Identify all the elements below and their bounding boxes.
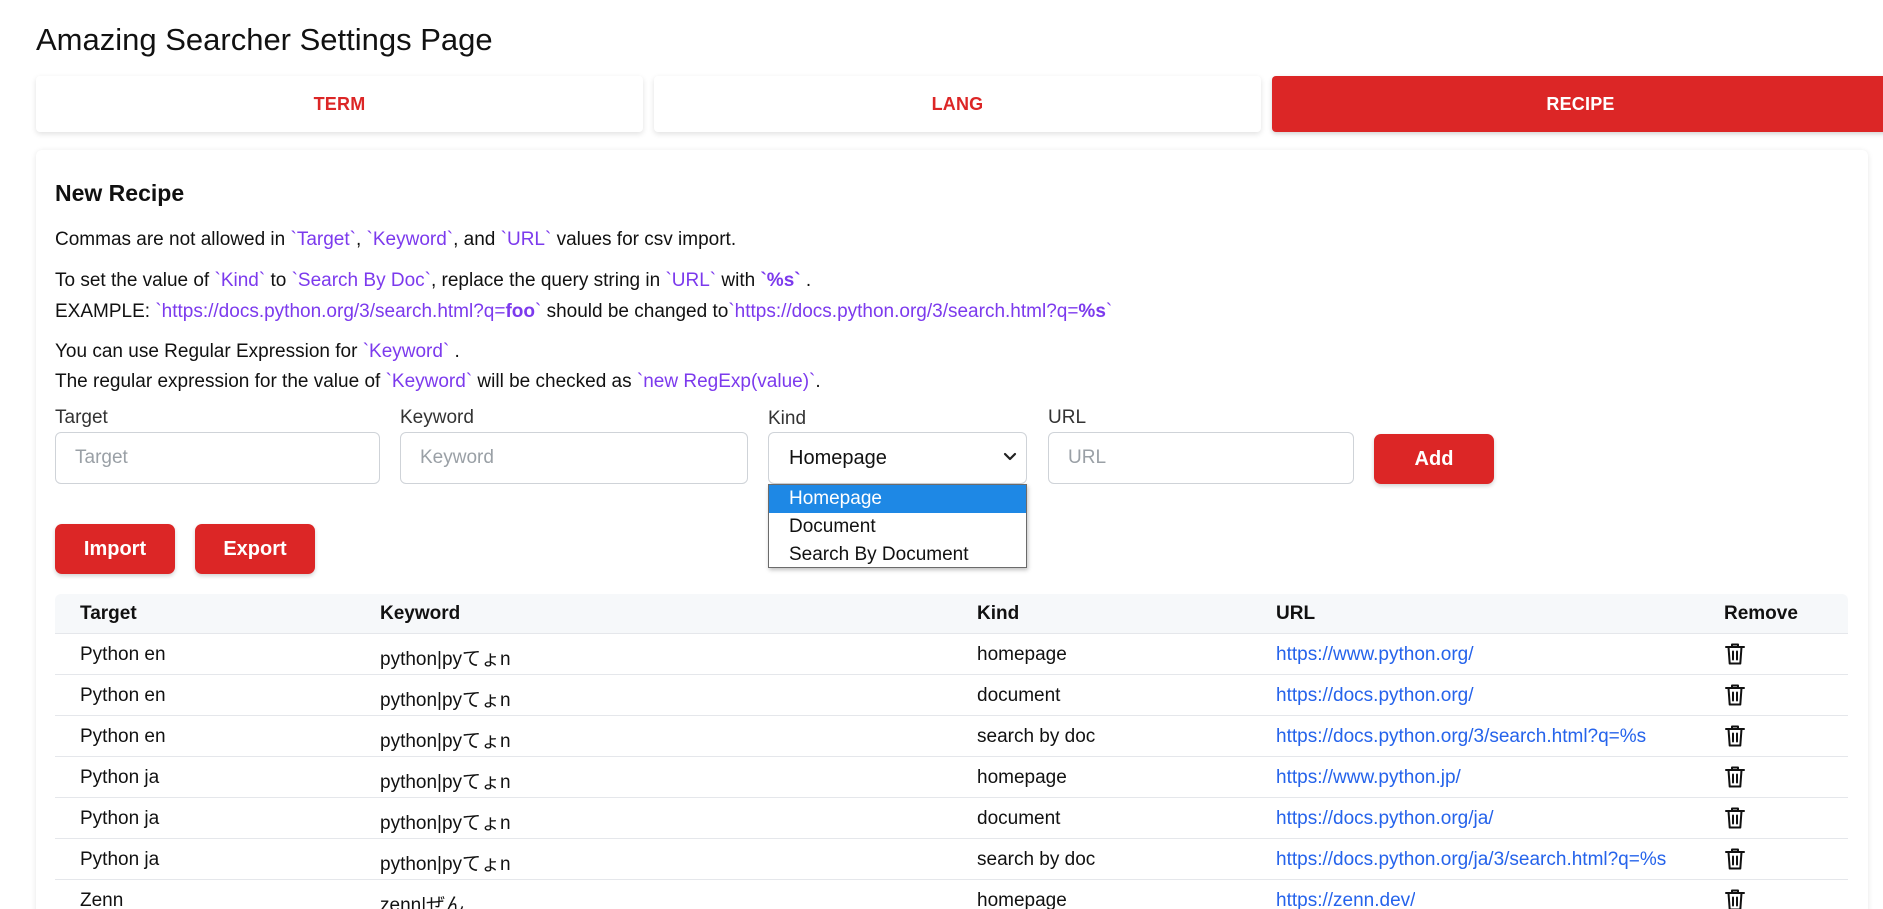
trash-icon[interactable] [1724,683,1746,707]
tab-recipe[interactable]: RECIPE [1272,76,1883,132]
help-regexp-check: The regular expression for the value of … [55,371,821,392]
import-button[interactable]: Import [55,524,175,574]
trash-icon[interactable] [1724,806,1746,830]
kind-option-homepage[interactable]: Homepage [769,485,1026,513]
url-label: URL [1048,407,1087,428]
kind-select[interactable]: Homepage [768,432,1027,484]
cell-kind: document [977,808,1061,829]
add-button[interactable]: Add [1374,434,1494,484]
cell-url-link[interactable]: https://docs.python.org/ja/3/search.html… [1276,849,1666,871]
cell-keyword: python|pyてょn [380,772,511,793]
tab-lang[interactable]: LANG [654,76,1261,132]
header-keyword: Keyword [380,603,461,624]
help-search-by-doc: To set the value of `Kind` to `Search By… [55,270,812,291]
cell-keyword: python|pyてょn [380,731,511,752]
table-row: Zenn zenn|ぜん homepage https://zenn.dev/ [55,880,1848,909]
cell-url-link[interactable]: https://docs.python.org/3/search.html?q=… [1276,726,1646,748]
page-title: Amazing Searcher Settings Page [36,22,493,57]
help-regex: You can use Regular Expression for `Keyw… [55,341,460,362]
cell-target: Python ja [80,767,160,788]
keyword-label: Keyword [400,407,474,428]
settings-page: Amazing Searcher Settings Page TERM LANG… [0,0,1883,909]
cell-url-link[interactable]: https://zenn.dev/ [1276,890,1415,909]
trash-icon[interactable] [1724,642,1746,666]
header-target: Target [80,603,137,624]
chevron-down-icon [1003,452,1017,461]
cell-url-link[interactable]: https://www.python.jp/ [1276,767,1461,789]
url-input[interactable] [1048,432,1354,484]
cell-kind: search by doc [977,726,1096,747]
cell-keyword: zenn|ぜん [380,895,465,909]
cell-keyword: python|pyてょn [380,813,511,834]
cell-target: Python ja [80,849,160,870]
tab-term[interactable]: TERM [36,76,643,132]
cell-target: Python en [80,644,166,665]
trash-icon[interactable] [1724,765,1746,789]
trash-icon[interactable] [1724,847,1746,871]
table-row: Python ja python|pyてょn document https://… [55,798,1848,839]
cell-target: Python en [80,726,166,747]
header-remove: Remove [1724,603,1798,624]
recipe-table: Target Keyword Kind URL Remove Python en… [55,594,1848,909]
help-example: EXAMPLE: `https://docs.python.org/3/sear… [55,301,1113,322]
cell-url-link[interactable]: https://docs.python.org/ja/ [1276,808,1494,830]
kind-option-document[interactable]: Document [769,513,1026,541]
cell-target: Python ja [80,808,160,829]
keyword-input[interactable] [400,432,748,484]
cell-kind: document [977,685,1061,706]
table-row: Python en python|pyてょn document https://… [55,675,1848,716]
target-input[interactable] [55,432,380,484]
cell-target: Zenn [80,890,124,909]
cell-kind: homepage [977,890,1067,909]
cell-keyword: python|pyてょn [380,690,511,711]
table-row: Python ja python|pyてょn search by doc htt… [55,839,1848,880]
cell-target: Python en [80,685,166,706]
trash-icon[interactable] [1724,888,1746,909]
kind-selected-value: Homepage [789,446,887,469]
section-title: New Recipe [55,180,185,206]
export-button[interactable]: Export [195,524,315,574]
cell-kind: homepage [977,767,1067,788]
cell-url-link[interactable]: https://docs.python.org/ [1276,685,1474,707]
kind-label: Kind [768,408,807,429]
cell-keyword: python|pyてょn [380,854,511,875]
table-row: Python ja python|pyてょn homepage https://… [55,757,1848,798]
header-url: URL [1276,603,1316,624]
kind-dropdown-list: Homepage Document Search By Document [768,484,1027,568]
cell-url-link[interactable]: https://www.python.org/ [1276,644,1474,666]
cell-kind: homepage [977,644,1067,665]
table-row: Python en python|pyてょn homepage https://… [55,634,1848,675]
cell-keyword: python|pyてょn [380,649,511,670]
target-label: Target [55,407,108,428]
kind-option-search-by-document[interactable]: Search By Document [769,541,1026,569]
table-header: Target Keyword Kind URL Remove [55,594,1848,634]
cell-kind: search by doc [977,849,1096,870]
trash-icon[interactable] [1724,724,1746,748]
help-commas: Commas are not allowed in `Target`, `Key… [55,229,737,250]
header-kind: Kind [977,603,1020,624]
table-row: Python en python|pyてょn search by doc htt… [55,716,1848,757]
